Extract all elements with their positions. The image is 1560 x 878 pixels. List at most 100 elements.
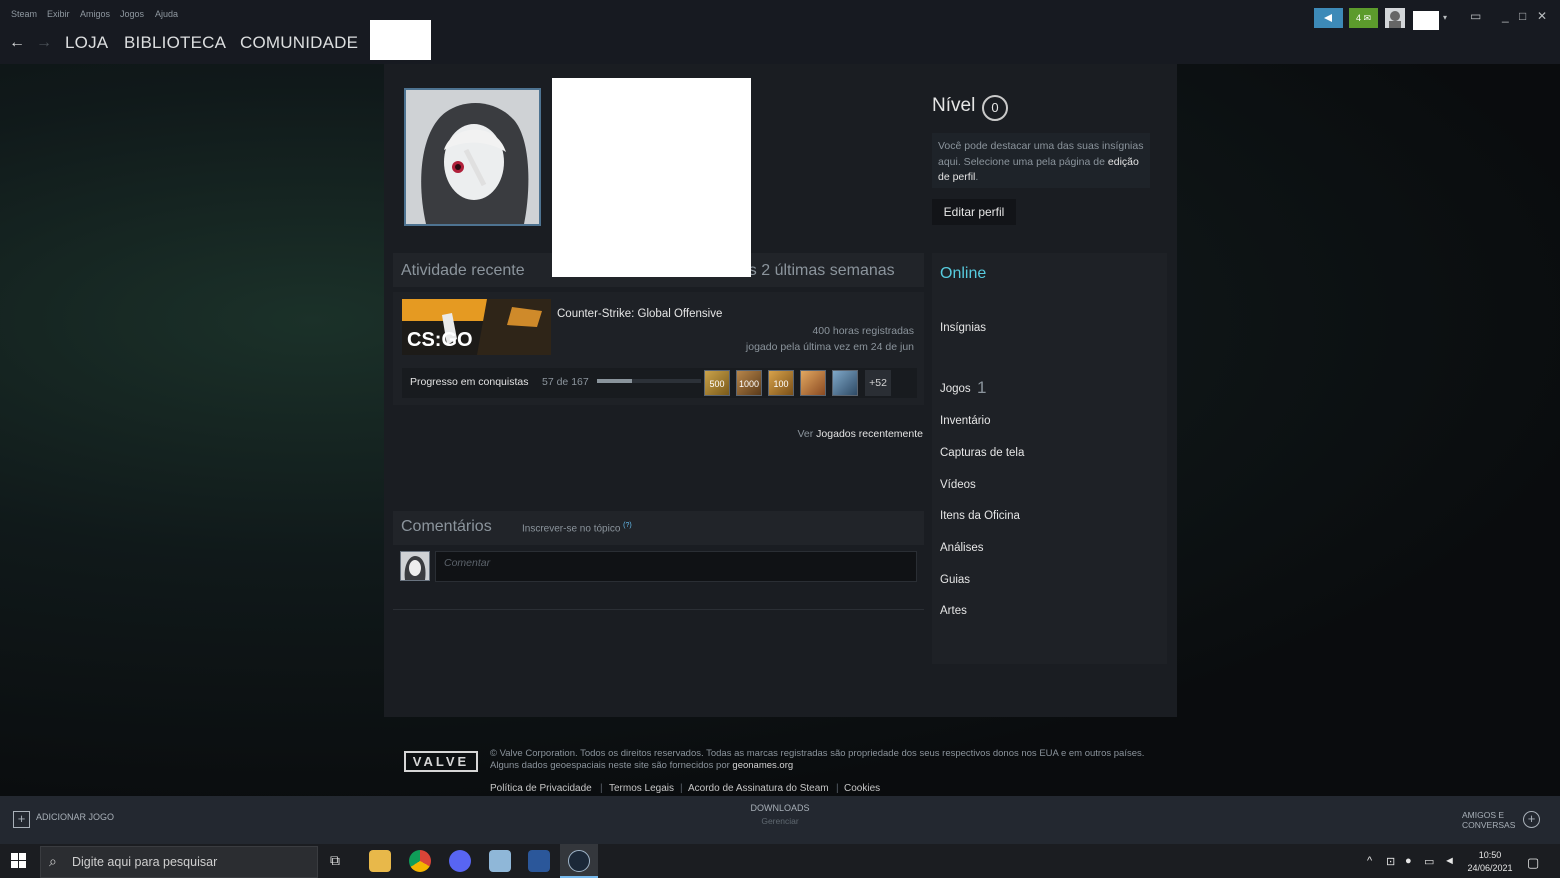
file-explorer-icon[interactable] bbox=[369, 850, 391, 872]
achievement-icon-3[interactable]: 100 bbox=[768, 370, 794, 396]
achievements-more[interactable]: +52 bbox=[865, 370, 891, 396]
username-redacted-box[interactable] bbox=[370, 20, 431, 60]
last-played: jogado pela última vez em 24 de jun bbox=[745, 341, 914, 353]
maximize-icon[interactable]: □ bbox=[1519, 9, 1526, 23]
downloads-button[interactable]: DOWNLOADS bbox=[740, 803, 820, 813]
online-status: Online bbox=[940, 265, 987, 282]
recently-played-link[interactable]: Jogados recentemente bbox=[816, 428, 923, 440]
big-picture-icon[interactable]: ▭ bbox=[1470, 9, 1481, 23]
footer-sep: | bbox=[836, 783, 839, 794]
profile-avatar bbox=[404, 88, 541, 226]
task-view-icon[interactable]: ⧉ bbox=[330, 852, 340, 869]
badge-hint-end: . bbox=[975, 171, 979, 183]
menu-friends[interactable]: Amigos bbox=[80, 9, 110, 19]
footer-link-privacy[interactable]: Política de Privacidade bbox=[490, 783, 592, 794]
taskbar-clock[interactable]: 10:50 24/06/2021 bbox=[1465, 849, 1515, 875]
footer-link-legal[interactable]: Termos Legais bbox=[609, 783, 674, 794]
achievement-count: 57 de 167 bbox=[542, 376, 589, 388]
geonames-link[interactable]: geonames.org bbox=[732, 760, 793, 771]
network-icon[interactable]: ▭ bbox=[1424, 855, 1434, 868]
level-badge[interactable]: 0 bbox=[982, 95, 1008, 121]
footer-link-cookies[interactable]: Cookies bbox=[844, 783, 880, 794]
achievement-progress-fill bbox=[597, 379, 633, 383]
discord-icon[interactable] bbox=[449, 850, 471, 872]
comment-placeholder: Comentar bbox=[444, 557, 491, 569]
nav-library[interactable]: BIBLIOTECA bbox=[124, 33, 226, 53]
close-icon[interactable]: ✕ bbox=[1537, 9, 1547, 23]
friends-add-icon[interactable]: + bbox=[1523, 811, 1540, 828]
downloads-manage[interactable]: Gerenciar bbox=[740, 816, 820, 826]
footer-link-ssa[interactable]: Acordo de Assinatura do Steam bbox=[688, 783, 829, 794]
user-avatar-icon[interactable] bbox=[1385, 8, 1405, 28]
menu-view[interactable]: Exibir bbox=[47, 9, 70, 19]
back-arrow-icon[interactable]: ← bbox=[9, 34, 25, 52]
see-prefix: Ver bbox=[797, 428, 817, 440]
csgo-capsule-image[interactable]: CS:GO bbox=[402, 299, 551, 355]
friends-label-1: AMIGOS E bbox=[1462, 810, 1505, 820]
word-icon[interactable] bbox=[528, 850, 550, 872]
broadcast-icon[interactable] bbox=[1314, 8, 1343, 28]
csgo-logo-text: CS:GO bbox=[407, 329, 473, 351]
menu-games[interactable]: Jogos bbox=[120, 9, 144, 19]
comments-title: Comentários bbox=[401, 518, 492, 535]
clock-date: 24/06/2021 bbox=[1467, 863, 1513, 873]
help-icon[interactable]: (?) bbox=[623, 522, 632, 529]
sidebar-item-guides[interactable]: Guias bbox=[940, 574, 970, 586]
sidebar-item-reviews[interactable]: Análises bbox=[940, 542, 983, 554]
achievement-icon-2[interactable]: 1000 bbox=[736, 370, 762, 396]
friends-label-2: CONVERSAS bbox=[1462, 820, 1516, 830]
menu-help[interactable]: Ajuda bbox=[155, 9, 178, 19]
microphone-icon[interactable]: ● bbox=[1405, 855, 1412, 867]
volume-icon[interactable]: ◄ bbox=[1444, 855, 1455, 867]
subscribe-thread-link[interactable]: Inscrever-se no tópico (?) bbox=[522, 522, 632, 534]
tray-chevron-icon[interactable]: ^ bbox=[1367, 855, 1372, 867]
sidebar-item-videos[interactable]: Vídeos bbox=[940, 479, 976, 491]
windows-start-icon[interactable] bbox=[11, 853, 27, 869]
sidebar-item-artwork[interactable]: Artes bbox=[940, 605, 967, 617]
chrome-icon[interactable] bbox=[409, 850, 431, 872]
sidebar-item-games[interactable]: Jogos bbox=[940, 383, 971, 395]
steam-taskbar-button[interactable] bbox=[560, 844, 598, 878]
footer-sep: | bbox=[680, 783, 683, 794]
sidebar-item-badges[interactable]: Insígnias bbox=[940, 322, 986, 334]
tray-app-icon[interactable]: ⊡ bbox=[1386, 855, 1395, 868]
menu-steam[interactable]: Steam bbox=[11, 9, 37, 19]
valve-logo[interactable]: VALVE bbox=[404, 751, 478, 772]
sidebar-item-screenshots[interactable]: Capturas de tela bbox=[940, 447, 1024, 459]
notifications-badge[interactable]: 4 ✉ bbox=[1349, 8, 1378, 28]
achievement-icon-3-label: 100 bbox=[773, 379, 789, 389]
recent-hours-header: has 2 últimas semanas bbox=[731, 262, 895, 279]
account-dropdown-icon[interactable]: ▾ bbox=[1443, 13, 1447, 22]
friends-chat-button[interactable]: AMIGOS E CONVERSAS bbox=[1462, 810, 1515, 830]
account-name-redacted[interactable] bbox=[1413, 11, 1439, 30]
add-game-icon[interactable]: + bbox=[13, 811, 30, 828]
notification-center-icon[interactable]: ▢ bbox=[1527, 855, 1539, 871]
app-icon[interactable] bbox=[489, 850, 511, 872]
nav-store[interactable]: LOJA bbox=[65, 33, 108, 53]
achievement-icon-2-label: 1000 bbox=[738, 379, 760, 389]
achievement-progress-label[interactable]: Progresso em conquistas bbox=[410, 376, 528, 388]
minimize-icon[interactable]: _ bbox=[1502, 9, 1509, 23]
achievement-icon-4[interactable] bbox=[800, 370, 826, 396]
see-recently-played[interactable]: Ver Jogados recentemente bbox=[797, 428, 923, 440]
steam-icon bbox=[568, 850, 590, 872]
clock-time: 10:50 bbox=[1478, 850, 1502, 860]
sidebar-item-workshop[interactable]: Itens da Oficina bbox=[940, 510, 1020, 522]
nav-community[interactable]: COMUNIDADE bbox=[240, 33, 358, 53]
forward-arrow-icon[interactable]: → bbox=[36, 34, 52, 52]
profile-name-redacted bbox=[552, 78, 751, 277]
add-game-button[interactable]: ADICIONAR JOGO bbox=[36, 812, 114, 822]
subscribe-label[interactable]: Inscrever-se no tópico bbox=[522, 523, 620, 534]
games-count[interactable]: 1 bbox=[977, 378, 986, 398]
achievement-icon-5[interactable] bbox=[832, 370, 858, 396]
footer-copyright: © Valve Corporation. Todos os direitos r… bbox=[490, 748, 1170, 772]
taskbar-search-placeholder: Digite aqui para pesquisar bbox=[72, 855, 218, 869]
comment-input[interactable]: Comentar bbox=[435, 551, 917, 582]
sidebar-item-inventory[interactable]: Inventário bbox=[940, 415, 991, 427]
search-icon: ⌕ bbox=[49, 853, 57, 869]
game-name-link[interactable]: Counter-Strike: Global Offensive bbox=[557, 308, 722, 320]
edit-profile-button[interactable]: Editar perfil bbox=[932, 199, 1016, 225]
comments-divider bbox=[393, 609, 924, 610]
copyright-text: © Valve Corporation. Todos os direitos r… bbox=[490, 748, 1145, 771]
achievement-icon-1[interactable]: 500 bbox=[704, 370, 730, 396]
